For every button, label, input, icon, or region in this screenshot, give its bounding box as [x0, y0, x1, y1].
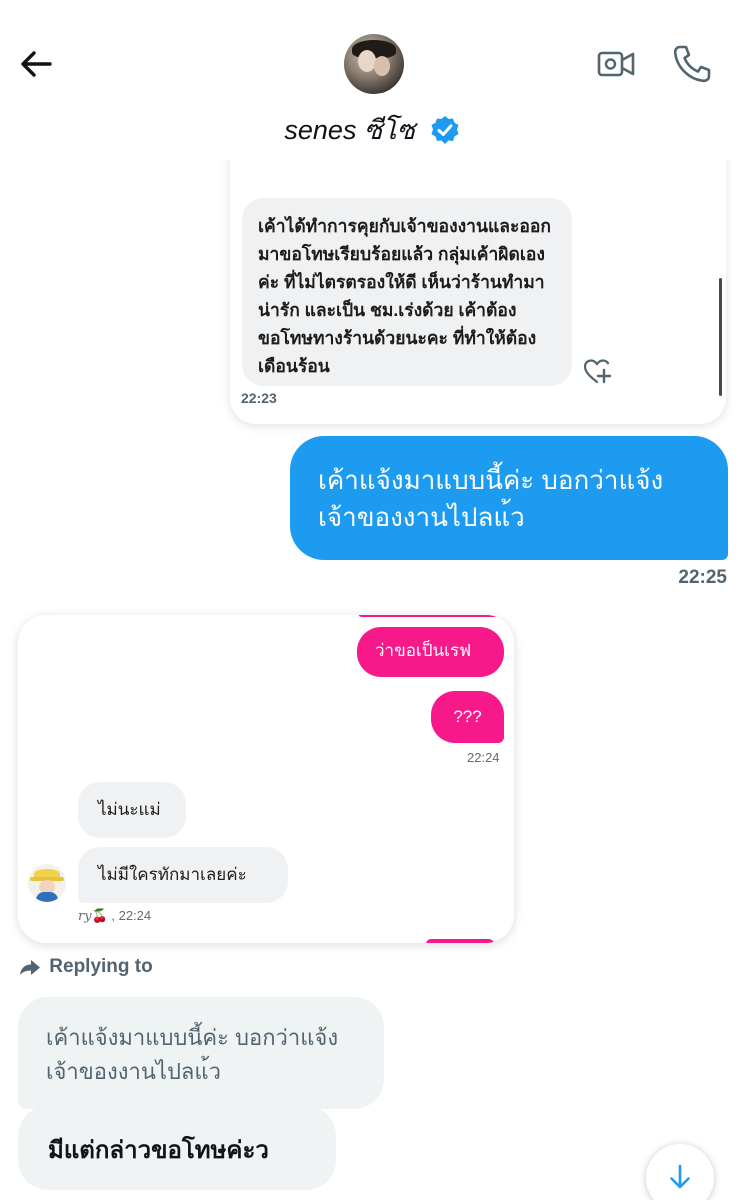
- grey-time-text: , 22:24: [111, 908, 152, 923]
- reply-message[interactable]: มีแต่กล่าวขอโทษค่ะว: [18, 1106, 336, 1190]
- phone-call-button[interactable]: [670, 42, 714, 86]
- message-timestamp: 22:23: [241, 390, 277, 406]
- pink-bubble-edge: [426, 939, 494, 943]
- screenshot-card-top: เค้าได้ทำการคุยกับเจ้าของงานและออกมาขอโท…: [230, 150, 726, 424]
- video-call-icon: [597, 51, 635, 77]
- video-call-button[interactable]: [596, 44, 636, 84]
- react-heart-button[interactable]: [582, 356, 612, 386]
- outgoing-message[interactable]: เค้าแจ้งมาแบบนี้ค่ะ บอกว่าแจ้งเจ้าของงาน…: [290, 436, 728, 560]
- arrow-down-icon: [670, 1164, 690, 1189]
- conversation-header: senes ซีโซ: [0, 0, 745, 160]
- sender-avatar: [28, 864, 66, 902]
- grey-timestamp: ry🍒 , 22:24: [78, 908, 151, 924]
- grey-message: ไม่มีใครทักมาเลยค่ะ: [78, 847, 288, 903]
- pink-timestamp: 22:24: [467, 750, 500, 765]
- contact-avatar[interactable]: [344, 34, 404, 94]
- incoming-message: เค้าได้ทำการคุยกับเจ้าของงานและออกมาขอโท…: [242, 198, 572, 386]
- outgoing-timestamp: 22:25: [678, 567, 727, 588]
- phone-call-icon: [673, 45, 711, 83]
- pink-message: ว่าขอเป็นเรฟ: [357, 627, 504, 677]
- contact-title[interactable]: senes ซีโซ: [0, 108, 745, 151]
- pink-message: ???: [431, 691, 504, 743]
- back-arrow-icon: [21, 51, 52, 77]
- pink-bubble-edge: [358, 615, 508, 617]
- replying-to-text: Replying to: [49, 956, 153, 978]
- scrollbar: [719, 278, 722, 396]
- heart-plus-icon: [583, 359, 612, 384]
- scroll-to-bottom-button[interactable]: [646, 1144, 714, 1200]
- sender-name: ry: [78, 909, 92, 924]
- screenshot-card-bottom: ว่าขอเป็นเรฟ ??? 22:24 ไม่นะแม่ ไม่มีใคร…: [18, 615, 514, 943]
- quoted-message[interactable]: เค้าแจ้งมาแบบนี้ค่ะ บอกว่าแจ้งเจ้าของงาน…: [18, 997, 384, 1109]
- contact-name: senes ซีโซ: [284, 115, 416, 145]
- reply-arrow-icon: [20, 960, 40, 975]
- grey-message: ไม่นะแม่: [78, 782, 186, 838]
- back-button[interactable]: [16, 44, 64, 88]
- replying-to-label: Replying to: [18, 955, 153, 979]
- verified-badge-icon: [431, 115, 459, 144]
- cherry-emoji: 🍒: [91, 908, 108, 923]
